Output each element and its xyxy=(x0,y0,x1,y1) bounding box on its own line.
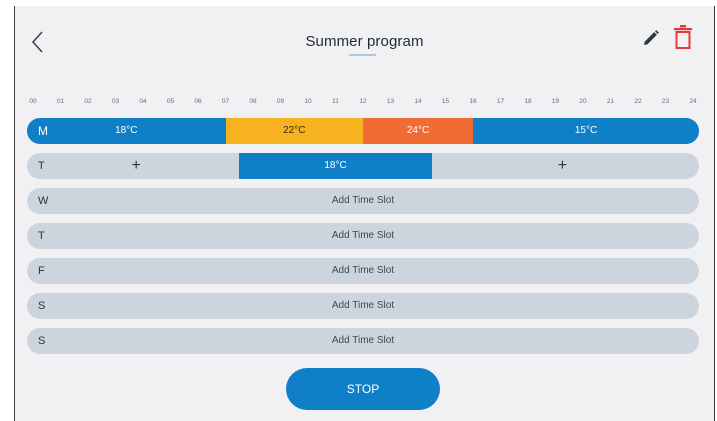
title-underline xyxy=(349,54,376,56)
day-row[interactable]: Add Time Slot S xyxy=(27,293,699,319)
hour-tick-label: 21 xyxy=(606,98,615,105)
time-slot[interactable]: 22°C xyxy=(225,118,363,144)
add-time-slot-label[interactable]: Add Time Slot xyxy=(27,188,699,214)
day-row[interactable]: Add Time Slot F xyxy=(27,258,699,284)
day-label: S xyxy=(38,300,46,312)
hour-tick-label: 09 xyxy=(276,98,285,105)
hour-scale: 00 01 02 03 04 05 06 07 08 09 10 11 12 13 14 15 16 17 18 19… xyxy=(15,98,716,112)
day-row[interactable]: Add Time Slot W xyxy=(27,188,699,214)
add-slot-plus-icon[interactable]: + xyxy=(131,153,140,179)
add-time-slot-label[interactable]: Add Time Slot xyxy=(27,293,699,319)
hour-tick-label: 07 xyxy=(221,98,230,105)
hour-tick-label: 08 xyxy=(249,98,257,105)
add-time-slot-label[interactable]: Add Time Slot xyxy=(27,328,699,354)
pencil-icon[interactable] xyxy=(641,28,661,48)
trash-icon[interactable] xyxy=(673,24,693,50)
day-label: T xyxy=(38,230,45,242)
hour-tick-label: 20 xyxy=(579,98,587,105)
add-time-slot-label[interactable]: Add Time Slot xyxy=(27,223,699,249)
hour-tick-label: 04 xyxy=(139,98,147,105)
day-row[interactable]: 18°C 22°C 24°C 15°C M xyxy=(27,118,699,144)
page-title: Summer program xyxy=(305,33,424,50)
day-label: S xyxy=(38,335,46,347)
hour-tick-label: 18 xyxy=(524,98,532,105)
time-slot[interactable]: 24°C xyxy=(363,118,473,144)
hour-tick-label: 05 xyxy=(166,98,175,105)
hour-tick-label: 23 xyxy=(661,98,670,105)
day-label: M xyxy=(38,124,48,138)
hour-tick-label: 03 xyxy=(111,98,120,105)
program-panel: Summer program 00 01 02 03 04 05 06 07 08 09 10 11 1… xyxy=(14,6,715,421)
stop-button[interactable]: STOP xyxy=(286,368,440,410)
time-slot[interactable]: 18°C xyxy=(27,118,226,144)
day-label: F xyxy=(38,265,45,277)
hour-tick-label: 06 xyxy=(194,98,202,105)
day-row[interactable]: Add Time Slot S xyxy=(27,328,699,354)
hour-tick-label: 12 xyxy=(359,98,367,105)
hour-tick-label: 10 xyxy=(304,98,312,105)
hour-tick-label: 15 xyxy=(441,98,450,105)
hour-tick-label: 16 xyxy=(469,98,477,105)
hour-tick-label: 01 xyxy=(56,98,65,105)
hour-tick-label: 19 xyxy=(551,98,560,105)
hour-tick-label: 24 xyxy=(689,98,697,105)
hour-tick-label: 13 xyxy=(386,98,395,105)
day-label: T xyxy=(38,160,45,172)
hour-tick-label: 02 xyxy=(84,98,92,105)
hour-tick-label: 17 xyxy=(496,98,505,105)
day-row[interactable]: Add Time Slot T xyxy=(27,223,699,249)
day-label: W xyxy=(38,195,49,207)
time-slot[interactable]: 15°C xyxy=(473,118,699,144)
day-row[interactable]: 18°C + + T xyxy=(27,153,699,179)
hour-tick-label: 00 xyxy=(29,98,37,105)
add-slot-plus-icon[interactable]: + xyxy=(558,153,567,179)
time-slot[interactable]: 18°C xyxy=(239,153,432,179)
hour-tick-label: 11 xyxy=(332,98,339,105)
add-time-slot-label[interactable]: Add Time Slot xyxy=(27,258,699,284)
hour-tick-label: 14 xyxy=(414,98,422,105)
hour-tick-label: 22 xyxy=(634,98,642,105)
